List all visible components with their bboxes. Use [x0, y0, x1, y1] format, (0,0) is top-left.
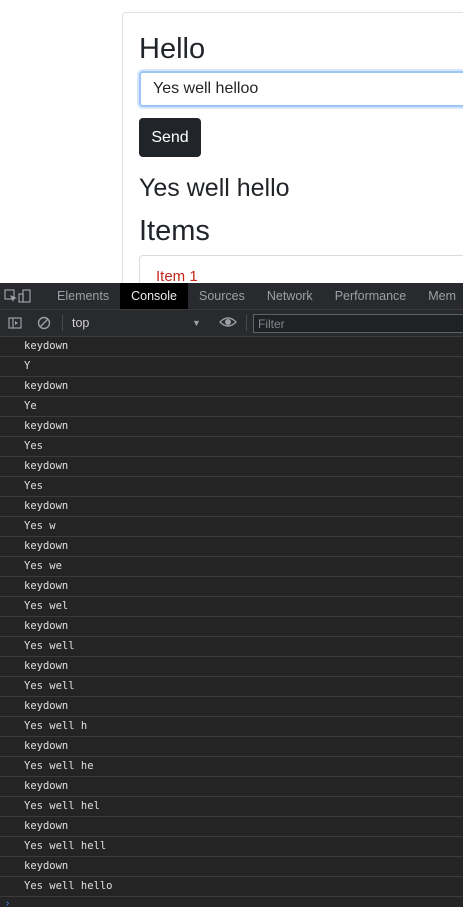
device-toolbar-icon[interactable] — [18, 285, 32, 307]
console-prompt-icon[interactable]: › — [6, 899, 9, 909]
log-line: keydown — [0, 577, 463, 597]
tab-console[interactable]: Console — [120, 283, 188, 309]
dropdown-triangle-icon: ▼ — [192, 318, 201, 328]
toolbar-divider — [62, 315, 63, 331]
devtools-panel: Elements Console Sources Network Perform… — [0, 283, 463, 909]
echo-text: Yes well hello — [139, 174, 290, 202]
live-expression-eye-icon[interactable] — [219, 312, 237, 337]
log-line: Y — [0, 357, 463, 377]
log-line: keydown — [0, 617, 463, 637]
log-line: Ye — [0, 397, 463, 417]
log-line: keydown — [0, 377, 463, 397]
show-sidebar-icon[interactable] — [3, 312, 27, 334]
send-button[interactable]: Send — [139, 118, 201, 157]
console-log: keydown Y keydown Ye keydown Yes keydown… — [0, 337, 463, 897]
log-line: Yes well hell — [0, 837, 463, 857]
log-line: Yes well — [0, 637, 463, 657]
log-line: keydown — [0, 657, 463, 677]
log-line: keydown — [0, 417, 463, 437]
log-line: Yes wel — [0, 597, 463, 617]
message-input[interactable] — [139, 71, 463, 107]
log-line: keydown — [0, 697, 463, 717]
log-line: keydown — [0, 497, 463, 517]
log-line: keydown — [0, 857, 463, 877]
log-line: Yes well hello — [0, 877, 463, 897]
items-heading: Items — [139, 215, 210, 247]
chat-card: Hello Send Yes well hello Items Item 1 — [122, 12, 463, 283]
log-line: Yes well hel — [0, 797, 463, 817]
tab-elements[interactable]: Elements — [46, 283, 120, 309]
log-line: Yes w — [0, 517, 463, 537]
devtools-tab-bar: Elements Console Sources Network Perform… — [0, 283, 463, 310]
list-item[interactable]: Item 1 — [140, 256, 463, 283]
items-list: Item 1 — [139, 255, 463, 283]
clear-console-icon[interactable] — [32, 312, 56, 334]
tab-network[interactable]: Network — [256, 283, 324, 309]
toolbar-divider — [246, 315, 247, 331]
log-line: keydown — [0, 817, 463, 837]
page-title: Hello — [139, 33, 206, 65]
log-line: Yes well h — [0, 717, 463, 737]
log-line: Yes — [0, 477, 463, 497]
inspect-element-icon[interactable] — [4, 285, 18, 307]
web-page: Hello Send Yes well hello Items Item 1 — [0, 0, 463, 283]
log-line: Yes well he — [0, 757, 463, 777]
tab-sources[interactable]: Sources — [188, 283, 256, 309]
context-selector[interactable]: top — [72, 310, 202, 336]
console-toolbar: top ▼ — [0, 310, 463, 337]
log-line: Yes — [0, 437, 463, 457]
log-line: keydown — [0, 337, 463, 357]
log-line: keydown — [0, 537, 463, 557]
log-line: Yes we — [0, 557, 463, 577]
log-line: keydown — [0, 737, 463, 757]
tab-memory[interactable]: Mem — [417, 283, 463, 309]
tab-performance[interactable]: Performance — [324, 283, 418, 309]
log-line: Yes well — [0, 677, 463, 697]
console-filter-input[interactable] — [253, 314, 463, 333]
log-line: keydown — [0, 777, 463, 797]
log-line: keydown — [0, 457, 463, 477]
